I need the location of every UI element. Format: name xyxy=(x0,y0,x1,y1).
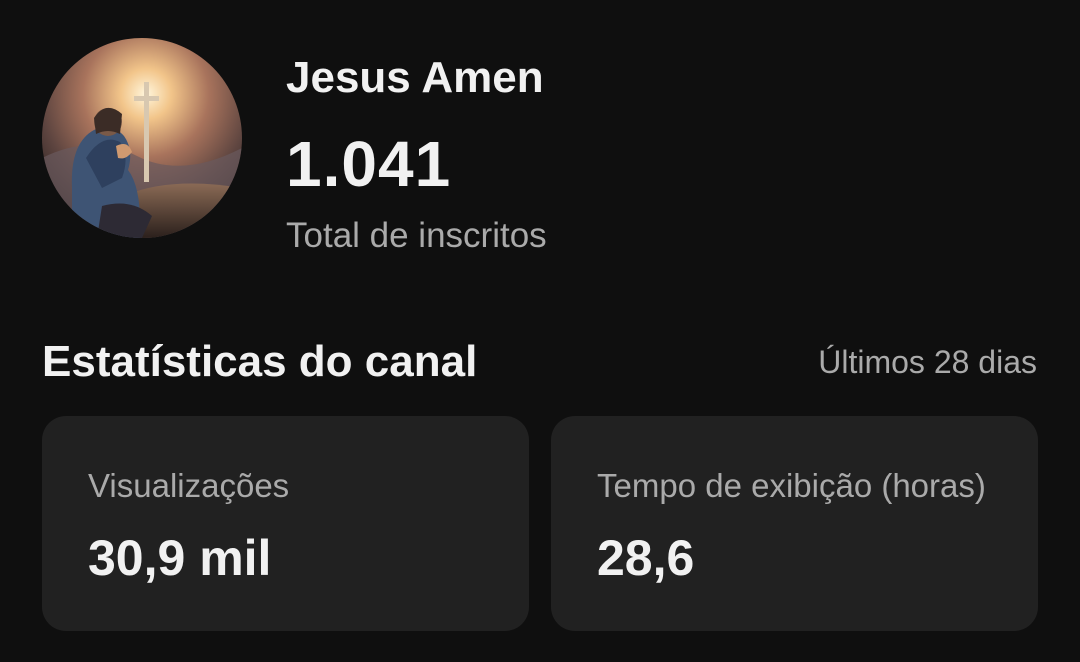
subscriber-count: 1.041 xyxy=(286,128,452,200)
section-title: Estatísticas do canal xyxy=(42,337,478,386)
views-label: Visualizações xyxy=(88,467,290,504)
views-value: 30,9 mil xyxy=(88,530,272,586)
watch-time-label: Tempo de exibição (horas) xyxy=(597,467,986,504)
views-card[interactable]: Visualizações 30,9 mil xyxy=(42,416,529,631)
channel-name: Jesus Amen xyxy=(286,53,544,102)
watch-time-value: 28,6 xyxy=(597,530,695,586)
period-label: Últimos 28 dias xyxy=(818,344,1037,380)
subscriber-label: Total de inscritos xyxy=(286,216,547,255)
praying-figure-avatar-icon xyxy=(42,38,242,238)
watch-time-card[interactable]: Tempo de exibição (horas) 28,6 xyxy=(551,416,1038,631)
channel-avatar[interactable] xyxy=(42,38,242,238)
